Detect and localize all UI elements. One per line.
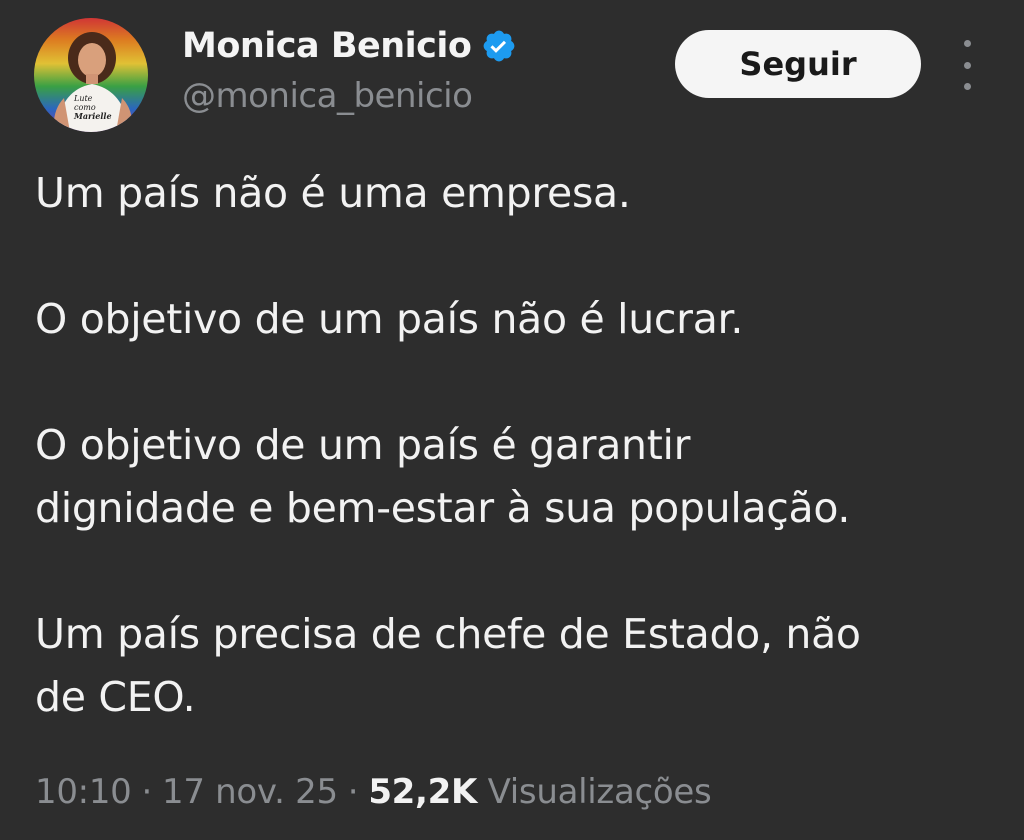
meta-separator: ·	[347, 772, 359, 812]
tweet-date[interactable]: 17 nov. 25	[162, 772, 338, 812]
avatar-shirt-text: Lute como Marielle	[74, 94, 114, 121]
tweet-paragraph: Um país precisa de chefe de Estado, não …	[35, 603, 1005, 729]
tweet-text: Um país não é uma empresa. O objetivo de…	[35, 162, 1005, 729]
author-handle[interactable]: @monica_benicio	[182, 76, 517, 116]
more-dot	[963, 61, 971, 69]
tweet-card: Lute como Marielle Monica Benicio @monic…	[0, 0, 1024, 840]
tweet-meta: 10:10 · 17 nov. 25 · 52,2K Visualizações	[35, 772, 712, 812]
tweet-line: Um país precisa de chefe de Estado, não	[35, 610, 861, 658]
views-label[interactable]: Visualizações	[488, 772, 712, 812]
meta-separator: ·	[141, 772, 152, 812]
avatar[interactable]: Lute como Marielle	[34, 18, 148, 132]
shirt-line-1: Lute	[74, 94, 93, 103]
more-vertical-icon[interactable]	[950, 40, 984, 90]
more-dot	[963, 83, 971, 90]
tweet-paragraph: Um país não é uma empresa.	[35, 162, 1005, 225]
tweet-line: Um país não é uma empresa.	[35, 169, 631, 217]
tweet-line: dignidade e bem-estar à sua população.	[35, 484, 851, 532]
more-dot	[963, 40, 971, 47]
shirt-line-3: Marielle	[74, 111, 112, 121]
tweet-line: O objetivo de um país é garantir	[35, 421, 691, 469]
tweet-line: O objetivo de um país não é lucrar.	[35, 295, 744, 343]
tweet-paragraph: O objetivo de um país é garantir dignida…	[35, 414, 1005, 540]
follow-button[interactable]: Seguir	[675, 30, 921, 98]
author-info: Monica Benicio @monica_benicio	[182, 22, 517, 116]
tweet-line: de CEO.	[35, 673, 196, 721]
views-count[interactable]: 52,2K	[368, 772, 477, 812]
tweet-time[interactable]: 10:10	[35, 772, 132, 812]
display-name-row: Monica Benicio	[182, 22, 517, 70]
verified-badge-icon	[481, 28, 517, 64]
tweet-paragraph: O objetivo de um país não é lucrar.	[35, 288, 1005, 351]
display-name[interactable]: Monica Benicio	[182, 26, 472, 66]
